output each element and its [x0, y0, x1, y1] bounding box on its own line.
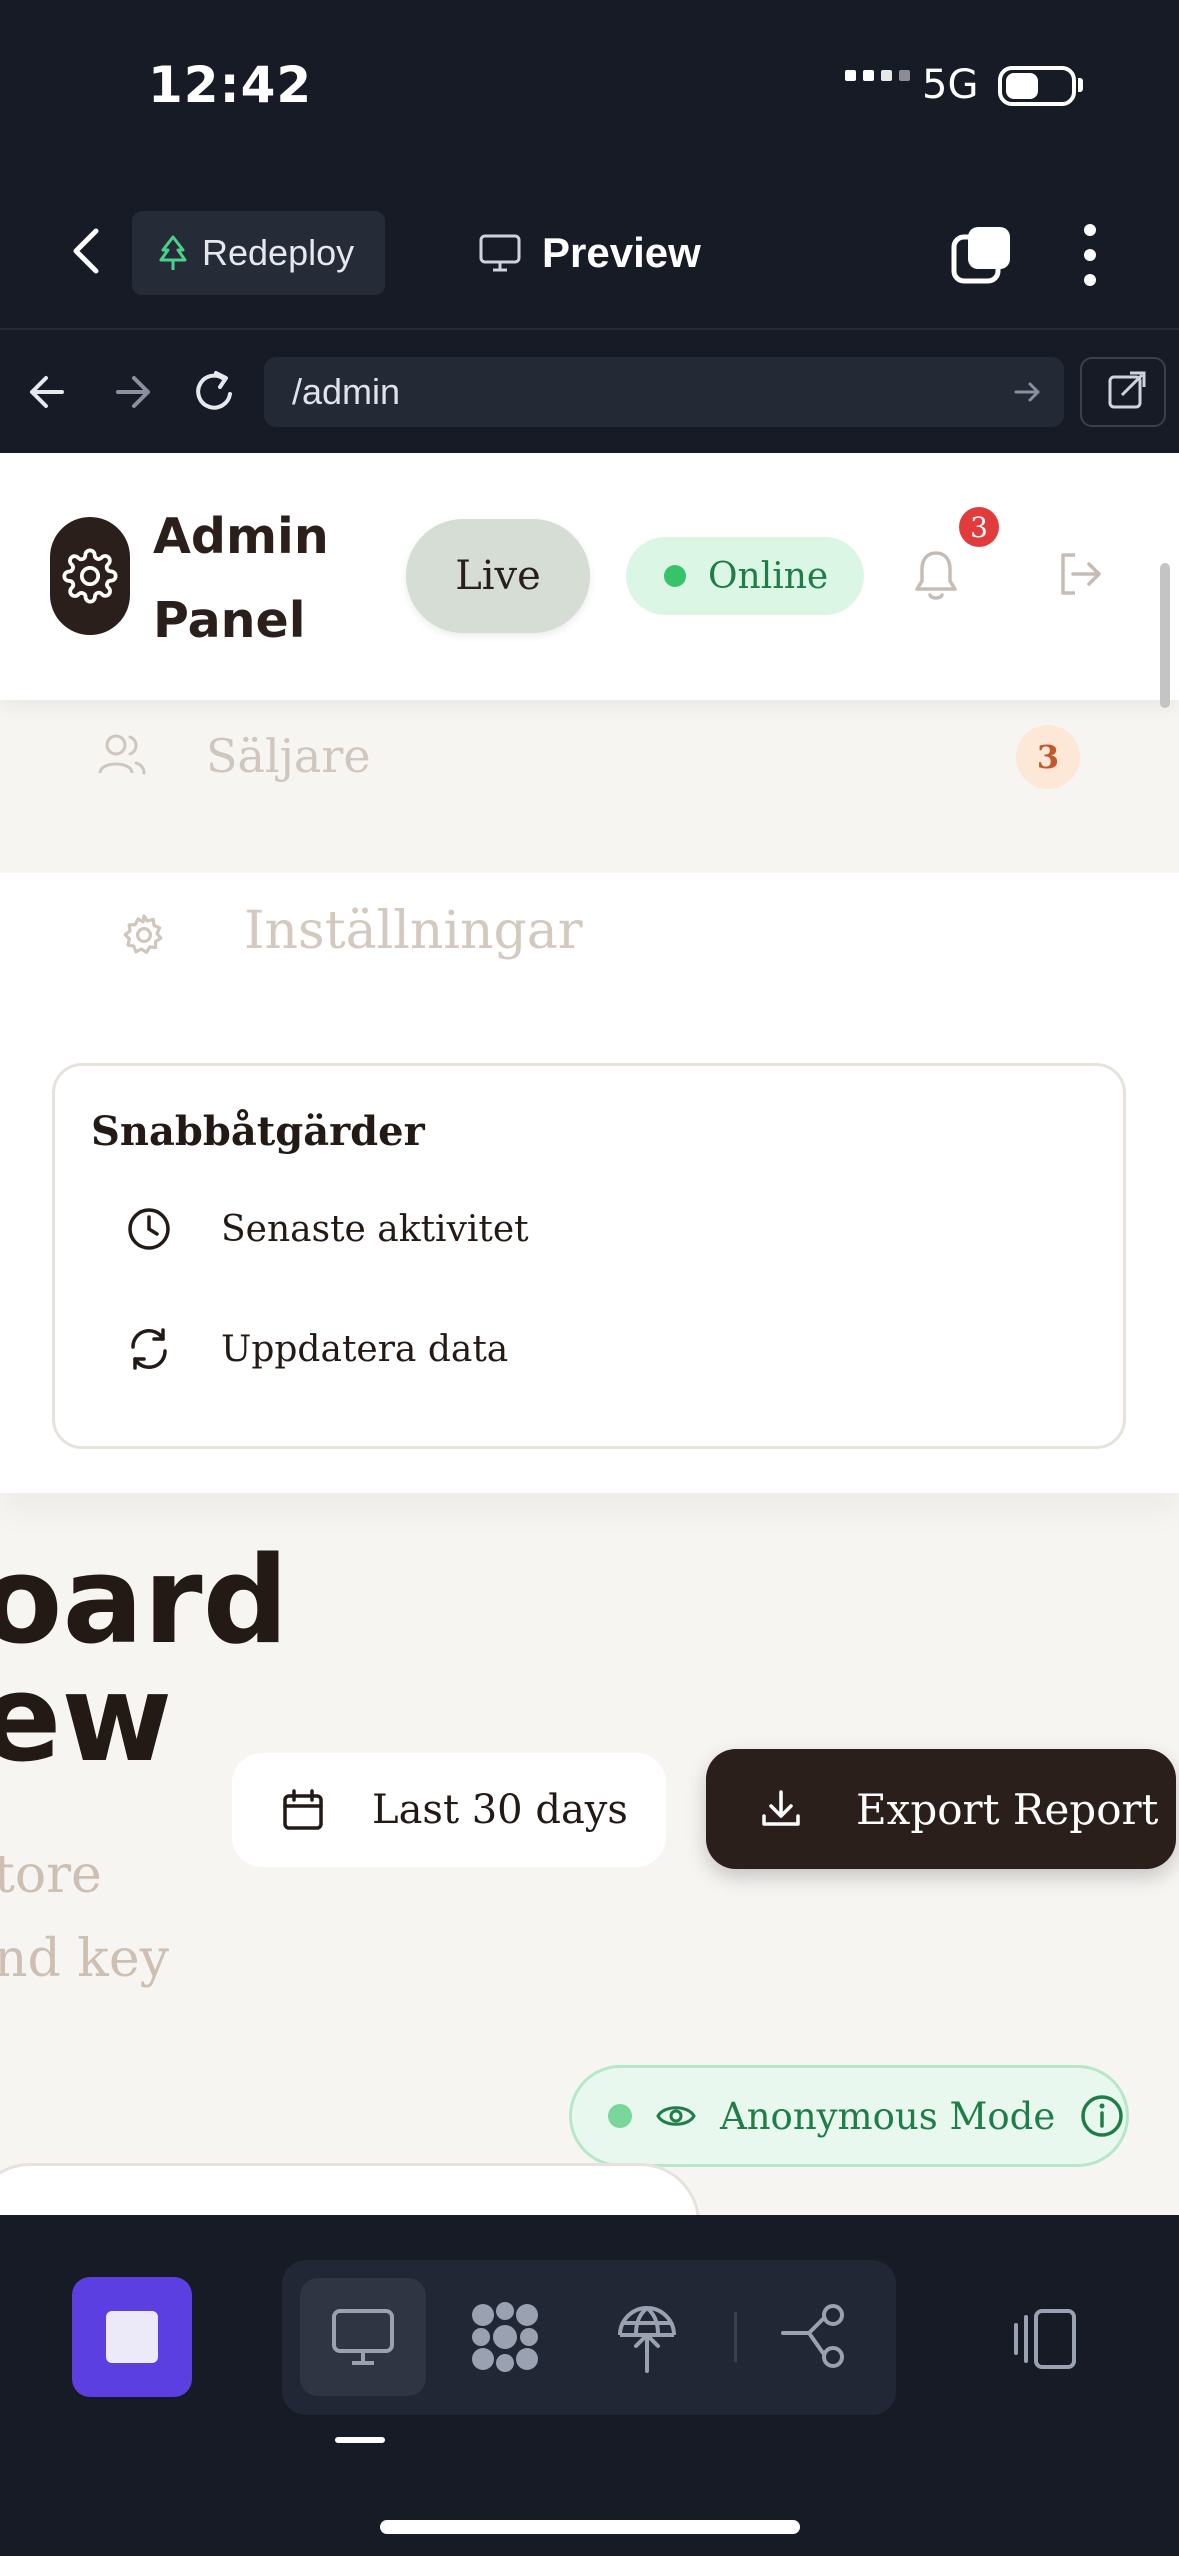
- arrow-right-icon[interactable]: [102, 364, 162, 420]
- url-input[interactable]: /admin: [264, 357, 1064, 427]
- logout-icon[interactable]: [1055, 549, 1105, 599]
- sidebar-item-sellers[interactable]: Säljare 3: [96, 715, 1086, 795]
- quick-action-label: Uppdatera data: [221, 1328, 509, 1370]
- page-title: oard ew: [0, 1532, 289, 1789]
- gear-icon: [62, 548, 118, 604]
- monitor-icon: [479, 234, 521, 272]
- url-bar: /admin: [0, 330, 1179, 453]
- notification-count-badge: 3: [959, 507, 999, 547]
- tab-integrations[interactable]: [752, 2278, 878, 2396]
- anonymous-mode-badge[interactable]: Anonymous Mode: [569, 2065, 1129, 2167]
- clock-icon: [128, 1208, 170, 1250]
- globe-upload-icon: [618, 2306, 676, 2373]
- redeploy-label: Redeploy: [202, 232, 355, 273]
- back-chevron-icon[interactable]: [62, 221, 112, 281]
- quick-action-label: Senaste aktivitet: [221, 1208, 529, 1250]
- bell-icon[interactable]: [912, 547, 960, 603]
- count-badge: 3: [1016, 725, 1080, 789]
- users-icon: [98, 734, 146, 775]
- quick-action-recent-activity[interactable]: Senaste aktivitet: [125, 1199, 529, 1259]
- web-content: Admin Panel Live Online 3 Säljare 3 Inst…: [0, 453, 1179, 2215]
- bottom-dock: [0, 2215, 1179, 2556]
- go-arrow-icon[interactable]: [1010, 375, 1044, 409]
- preview-tab[interactable]: Preview: [478, 221, 701, 285]
- logo: [50, 517, 130, 635]
- tool-tabs: [282, 2260, 896, 2415]
- signal-icon: [845, 70, 910, 81]
- quick-actions-title: Snabbåtgärder: [91, 1108, 425, 1155]
- quick-actions-card: Snabbåtgärder Senaste aktivitet Uppdater…: [52, 1063, 1126, 1449]
- clock: 12:42: [148, 56, 313, 114]
- sidebar-item-label: Inställningar: [244, 901, 583, 961]
- online-status-badge: Online: [626, 537, 864, 615]
- battery-icon: [998, 66, 1076, 106]
- external-link-icon: [1108, 371, 1146, 409]
- scrollbar[interactable]: [1160, 563, 1170, 708]
- date-range-button[interactable]: Last 30 days: [232, 1753, 666, 1867]
- sidebar-item-label: Säljare: [206, 729, 371, 783]
- info-icon[interactable]: [1079, 2093, 1125, 2139]
- sidebar-toggle-icon[interactable]: [1010, 2303, 1082, 2375]
- preview-label: Preview: [542, 229, 701, 276]
- stop-button[interactable]: [72, 2277, 192, 2397]
- quick-action-refresh-data[interactable]: Uppdatera data: [125, 1319, 508, 1379]
- tab-preview[interactable]: [300, 2278, 426, 2396]
- eye-icon: [656, 2106, 696, 2126]
- content-card: [0, 2163, 700, 2215]
- calendar-icon: [283, 1789, 323, 1830]
- url-text: /admin: [292, 371, 401, 412]
- sidebar-item-settings[interactable]: Inställningar: [120, 893, 820, 973]
- redeploy-button[interactable]: Redeploy: [132, 211, 385, 295]
- tab-deploy[interactable]: [584, 2278, 710, 2396]
- more-options-icon[interactable]: [1070, 220, 1110, 290]
- brand-title: Admin Panel: [153, 508, 329, 649]
- grid-blob-icon: [472, 2302, 538, 2372]
- live-button[interactable]: Live: [406, 519, 590, 633]
- date-range-label: Last 30 days: [372, 1787, 628, 1833]
- tab-apps[interactable]: [442, 2278, 568, 2396]
- open-external-button[interactable]: [1080, 357, 1166, 427]
- status-dot: [664, 565, 686, 587]
- network-type: 5G: [922, 62, 979, 108]
- tree-icon: [159, 235, 187, 270]
- gear-icon: [123, 914, 163, 954]
- git-branch-icon: [781, 2304, 844, 2368]
- export-report-button[interactable]: Export Report: [706, 1749, 1176, 1869]
- refresh-icon: [131, 1328, 167, 1370]
- active-tab-indicator: [335, 2437, 385, 2443]
- admin-header: Admin Panel Live Online 3: [0, 453, 1179, 700]
- export-label: Export Report: [856, 1784, 1159, 1834]
- online-label: Online: [708, 555, 829, 597]
- monitor-icon: [332, 2309, 394, 2365]
- download-icon: [762, 1790, 800, 1826]
- arrow-left-icon[interactable]: [18, 364, 78, 420]
- reload-icon[interactable]: [186, 364, 246, 420]
- status-dot: [608, 2104, 632, 2128]
- stop-icon: [106, 2311, 158, 2363]
- anonymous-mode-label: Anonymous Mode: [720, 2094, 1056, 2138]
- home-indicator[interactable]: [380, 2520, 800, 2534]
- app-toolbar: Redeploy Preview: [0, 175, 1179, 330]
- status-bar: 12:42 5G: [0, 0, 1179, 175]
- tabs-icon[interactable]: [950, 223, 1014, 287]
- page-subtitle: tore nd key: [0, 1845, 169, 1989]
